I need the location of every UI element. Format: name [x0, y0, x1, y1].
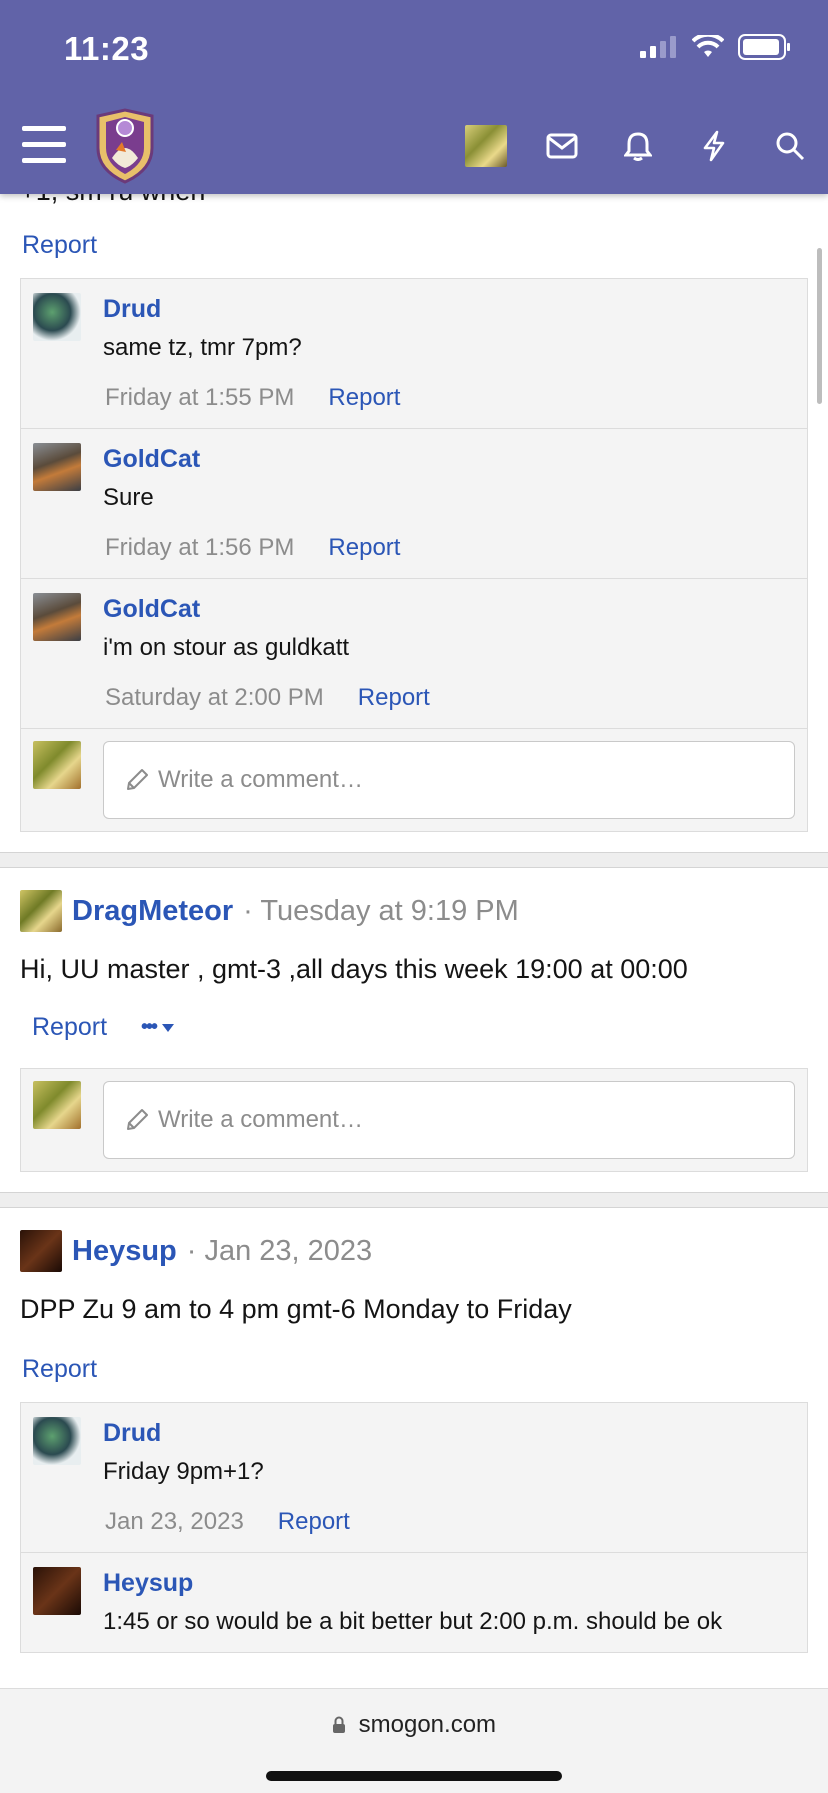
- profile-post: DragMeteor · Tuesday at 9:19 PM Hi, UU m…: [0, 868, 828, 1172]
- comment-text: Sure: [103, 484, 154, 511]
- report-link[interactable]: Report: [328, 534, 400, 562]
- user-avatar: [465, 125, 507, 167]
- comment-text: i'm on stour as guldkatt: [103, 634, 350, 661]
- menu-button[interactable]: [22, 126, 66, 164]
- comment-author[interactable]: Drud: [103, 295, 795, 324]
- write-comment-row: Write a comment…: [21, 729, 807, 831]
- avatar[interactable]: [33, 1417, 81, 1465]
- write-comment-row: Write a comment…: [21, 1069, 807, 1171]
- comment-text: same tz, tmr 7pm?: [103, 334, 302, 361]
- avatar[interactable]: [33, 1567, 81, 1615]
- site-logo[interactable]: [92, 108, 158, 184]
- inbox-button[interactable]: [524, 104, 600, 188]
- nav-bar: [0, 104, 828, 188]
- avatar: [33, 1081, 81, 1129]
- write-comment-input[interactable]: Write a comment…: [103, 1081, 795, 1159]
- avatar[interactable]: [20, 1230, 62, 1272]
- battery-icon: [738, 34, 790, 60]
- comment-text: 1:45 or so would be a bit better but 2:0…: [103, 1608, 723, 1635]
- bell-icon: [624, 132, 652, 161]
- post-author[interactable]: Heysup: [72, 1235, 177, 1268]
- post-date[interactable]: · Jan 23, 2023: [187, 1235, 372, 1268]
- whats-new-button[interactable]: [676, 104, 752, 188]
- post-date[interactable]: · Tuesday at 9:19 PM: [243, 895, 519, 928]
- comment-item: GoldCat Sure Friday at 1:56 PM Report: [21, 429, 807, 579]
- avatar[interactable]: [33, 293, 81, 341]
- comment-list: Drud same tz, tmr 7pm? Friday at 1:55 PM…: [20, 278, 808, 832]
- comment-item: GoldCat i'm on stour as guldkatt Saturda…: [21, 579, 807, 729]
- write-comment-placeholder: Write a comment…: [158, 766, 363, 793]
- comment-item: Drud Friday 9pm+1? Jan 23, 2023 Report: [21, 1403, 807, 1553]
- comment-author[interactable]: Drud: [103, 1419, 795, 1448]
- profile-post: +1, sm ru when Report Drud same tz, tmr …: [0, 176, 828, 832]
- report-link[interactable]: Report: [328, 384, 400, 412]
- comment-item: Heysup 1:45 or so would be a bit better …: [21, 1553, 807, 1652]
- comment-author[interactable]: GoldCat: [103, 595, 795, 624]
- pencil-icon: [127, 1109, 148, 1130]
- write-comment-input[interactable]: Write a comment…: [103, 741, 795, 819]
- comment-time[interactable]: Jan 23, 2023: [105, 1508, 244, 1536]
- comment-time[interactable]: Saturday at 2:00 PM: [105, 684, 324, 712]
- avatar[interactable]: [20, 890, 62, 932]
- browser-bar: smogon.com: [0, 1688, 828, 1793]
- page-scrollbar[interactable]: [817, 248, 822, 404]
- url-text: smogon.com: [358, 1711, 497, 1738]
- comment-item: Drud same tz, tmr 7pm? Friday at 1:55 PM…: [21, 279, 807, 429]
- bolt-icon: [703, 130, 725, 162]
- status-icons: [640, 34, 792, 60]
- chevron-down-icon: [162, 1023, 175, 1032]
- post-separator: [0, 1192, 828, 1208]
- address-bar[interactable]: smogon.com: [0, 1711, 828, 1739]
- report-link[interactable]: Report: [22, 1355, 97, 1383]
- write-comment-placeholder: Write a comment…: [158, 1106, 363, 1133]
- comment-time[interactable]: Friday at 1:55 PM: [105, 384, 294, 412]
- wifi-icon: [692, 35, 724, 57]
- comment-list: Drud Friday 9pm+1? Jan 23, 2023 Report H…: [20, 1402, 808, 1653]
- comment-author[interactable]: Heysup: [103, 1569, 795, 1598]
- comment-text: Friday 9pm+1?: [103, 1458, 264, 1485]
- report-link[interactable]: Report: [358, 684, 430, 712]
- search-icon: [776, 132, 805, 161]
- post-separator: [0, 852, 828, 868]
- comment-list: Write a comment…: [20, 1068, 808, 1172]
- report-link[interactable]: Report: [22, 231, 97, 259]
- post-author[interactable]: DragMeteor: [72, 895, 233, 928]
- home-indicator[interactable]: [266, 1771, 562, 1781]
- profile-posts: +1, sm ru when Report Drud same tz, tmr …: [0, 176, 828, 1653]
- status-time: 11:23: [64, 30, 150, 67]
- app-header: 11:23: [0, 0, 828, 194]
- more-options-button[interactable]: •••: [141, 1016, 176, 1039]
- search-button[interactable]: [752, 104, 828, 188]
- nav-icons: [448, 104, 828, 188]
- avatar: [33, 741, 81, 789]
- signal-icon: [640, 36, 676, 58]
- lock-icon: [332, 1716, 345, 1733]
- alerts-button[interactable]: [600, 104, 676, 188]
- pencil-icon: [127, 769, 148, 790]
- post-text: DPP Zu 9 am to 4 pm gmt-6 Monday to Frid…: [20, 1294, 572, 1324]
- comment-author[interactable]: GoldCat: [103, 445, 795, 474]
- avatar[interactable]: [33, 593, 81, 641]
- account-button[interactable]: [448, 104, 524, 188]
- report-link[interactable]: Report: [278, 1508, 350, 1536]
- comment-time[interactable]: Friday at 1:56 PM: [105, 534, 294, 562]
- more-dots: •••: [141, 1016, 158, 1038]
- profile-post: Heysup · Jan 23, 2023 DPP Zu 9 am to 4 p…: [0, 1208, 828, 1653]
- post-text: Hi, UU master , gmt-3 ,all days this wee…: [20, 954, 688, 984]
- report-link[interactable]: Report: [32, 1013, 107, 1042]
- avatar[interactable]: [33, 443, 81, 491]
- mail-icon: [546, 133, 578, 159]
- logo-shield-icon: [96, 108, 154, 184]
